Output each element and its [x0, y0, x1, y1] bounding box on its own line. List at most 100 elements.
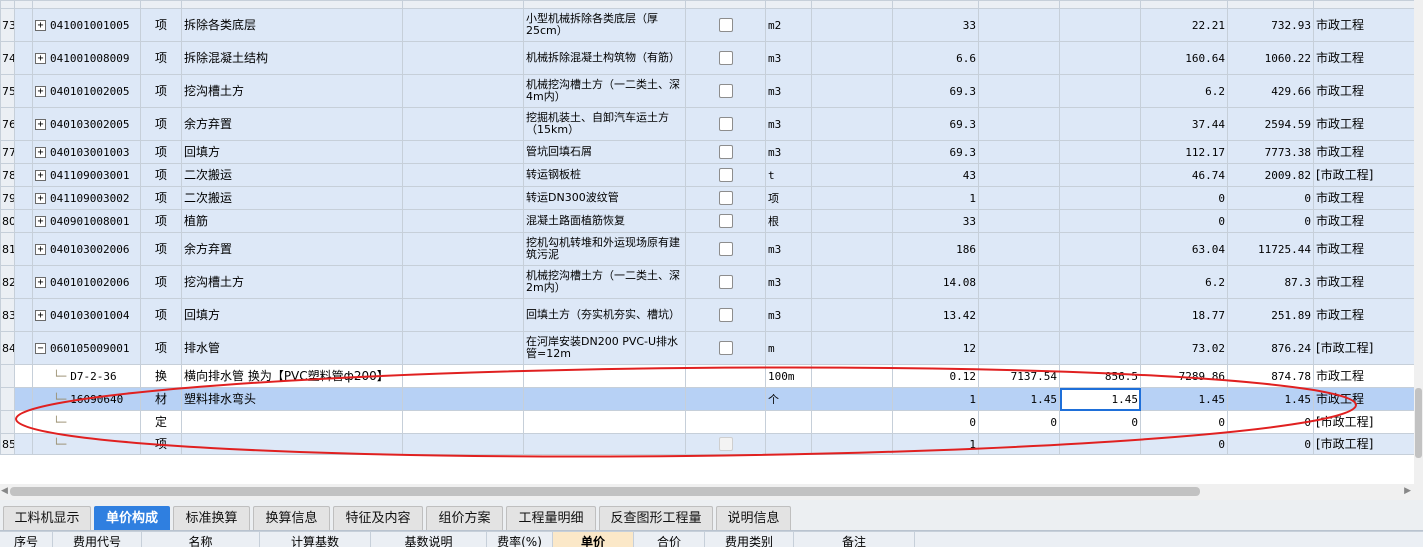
- row-checkbox[interactable]: [719, 51, 733, 65]
- price-cell[interactable]: 0: [979, 411, 1060, 434]
- quantity-cell[interactable]: 6.6: [893, 42, 979, 75]
- col-header-fee-type[interactable]: 费用类别: [705, 532, 794, 547]
- expand-icon[interactable]: +: [35, 170, 46, 181]
- unit-price-cell[interactable]: 6.2: [1141, 75, 1228, 108]
- tab-std-conversion[interactable]: 标准换算: [173, 506, 250, 530]
- child-code-cell[interactable]: └─16090640: [33, 388, 141, 411]
- row-checkbox[interactable]: [719, 117, 733, 131]
- category-cell[interactable]: 市政工程: [1314, 108, 1423, 141]
- total-cell[interactable]: 429.66: [1228, 75, 1314, 108]
- total-cell[interactable]: 0: [1228, 187, 1314, 210]
- quantity-cell[interactable]: 33: [893, 210, 979, 233]
- col-header-calc-base[interactable]: 计算基数: [260, 532, 371, 547]
- name-cell[interactable]: 拆除各类底层: [182, 9, 403, 42]
- col-header-unit-price[interactable]: 单价: [553, 532, 634, 547]
- price2-cell[interactable]: [1060, 164, 1141, 187]
- expand-icon[interactable]: +: [35, 277, 46, 288]
- quantity-cell[interactable]: 69.3: [893, 108, 979, 141]
- type-cell[interactable]: 定: [141, 411, 182, 434]
- tab-labor-material[interactable]: 工料机显示: [3, 506, 91, 530]
- code-cell[interactable]: +041001008009: [33, 42, 141, 75]
- expr-cell[interactable]: [812, 434, 893, 455]
- unit-price-cell[interactable]: 0: [1141, 434, 1228, 455]
- unit-cell[interactable]: m: [766, 332, 812, 365]
- unit-cell[interactable]: 根: [766, 210, 812, 233]
- tab-description[interactable]: 说明信息: [716, 506, 791, 530]
- price-cell[interactable]: [979, 187, 1060, 210]
- unit-price-cell[interactable]: 18.77: [1141, 299, 1228, 332]
- unit-cell[interactable]: 100m: [766, 365, 812, 388]
- checkbox-cell[interactable]: [686, 75, 766, 108]
- collapse-icon[interactable]: −: [35, 343, 46, 354]
- name-cell[interactable]: 挖沟槽土方: [182, 266, 403, 299]
- total-cell[interactable]: 0: [1228, 434, 1314, 455]
- content-cell[interactable]: [403, 141, 524, 164]
- price2-cell[interactable]: 856.5: [1060, 365, 1141, 388]
- quantity-cell[interactable]: 0: [893, 411, 979, 434]
- type-cell[interactable]: 项: [141, 42, 182, 75]
- expr-cell[interactable]: [812, 164, 893, 187]
- expr-cell[interactable]: [812, 411, 893, 434]
- row-checkbox[interactable]: [719, 84, 733, 98]
- tab-conversion-info[interactable]: 换算信息: [253, 506, 330, 530]
- checkbox-cell[interactable]: [686, 187, 766, 210]
- unit-price-cell[interactable]: 22.21: [1141, 9, 1228, 42]
- total-cell[interactable]: 874.78: [1228, 365, 1314, 388]
- code-cell[interactable]: +040101002006: [33, 266, 141, 299]
- quantity-cell[interactable]: 1: [893, 187, 979, 210]
- content-cell[interactable]: [403, 233, 524, 266]
- table-row[interactable]: 77+040103001003项回填方管坑回填石屑m369.3112.17777…: [1, 141, 1423, 164]
- code-cell[interactable]: +041109003001: [33, 164, 141, 187]
- name-cell[interactable]: [182, 411, 403, 434]
- type-cell[interactable]: 换: [141, 365, 182, 388]
- row-checkbox[interactable]: [719, 214, 733, 228]
- price2-cell[interactable]: [1060, 187, 1141, 210]
- expand-icon[interactable]: +: [35, 216, 46, 227]
- content-cell[interactable]: [403, 75, 524, 108]
- unit-cell[interactable]: [766, 411, 812, 434]
- price-cell[interactable]: [979, 9, 1060, 42]
- unit-cell[interactable]: [766, 434, 812, 455]
- price-cell[interactable]: [979, 233, 1060, 266]
- name-cell[interactable]: 二次搬运: [182, 187, 403, 210]
- vertical-scrollbar[interactable]: [1414, 0, 1423, 484]
- expand-icon[interactable]: +: [35, 244, 46, 255]
- name-cell[interactable]: 余方弃置: [182, 233, 403, 266]
- unit-price-cell[interactable]: 7289.86: [1141, 365, 1228, 388]
- price2-cell[interactable]: [1060, 233, 1141, 266]
- unit-cell[interactable]: m3: [766, 42, 812, 75]
- code-cell[interactable]: +041001001005: [33, 9, 141, 42]
- col-header-rate[interactable]: 费率(%): [487, 532, 553, 547]
- type-cell[interactable]: 项: [141, 187, 182, 210]
- content-cell[interactable]: [403, 299, 524, 332]
- row-checkbox[interactable]: [719, 145, 733, 159]
- total-cell[interactable]: 87.3: [1228, 266, 1314, 299]
- unit-cell[interactable]: 项: [766, 187, 812, 210]
- category-cell[interactable]: [市政工程]: [1314, 411, 1423, 434]
- name-cell[interactable]: 回填方: [182, 141, 403, 164]
- quantity-cell[interactable]: 12: [893, 332, 979, 365]
- code-cell[interactable]: └─: [33, 434, 141, 455]
- category-cell[interactable]: 市政工程: [1314, 299, 1423, 332]
- feature-cell[interactable]: 转运DN300波纹管: [524, 187, 686, 210]
- type-cell[interactable]: 项: [141, 75, 182, 108]
- unit-cell[interactable]: m3: [766, 299, 812, 332]
- feature-cell[interactable]: 挖机勾机转堆和外运现场原有建筑污泥: [524, 233, 686, 266]
- content-cell[interactable]: [403, 210, 524, 233]
- scroll-left-icon[interactable]: ◀: [1, 486, 8, 496]
- name-cell[interactable]: [182, 434, 403, 455]
- expr-cell[interactable]: [812, 299, 893, 332]
- row-checkbox[interactable]: [719, 308, 733, 322]
- category-cell[interactable]: 市政工程: [1314, 141, 1423, 164]
- col-header-base-desc[interactable]: 基数说明: [371, 532, 487, 547]
- name-cell[interactable]: 二次搬运: [182, 164, 403, 187]
- feature-cell[interactable]: [524, 388, 686, 411]
- table-row[interactable]: 85└─项100[市政工程]: [1, 434, 1423, 455]
- category-cell[interactable]: 市政工程: [1314, 210, 1423, 233]
- total-cell[interactable]: 2009.82: [1228, 164, 1314, 187]
- expr-cell[interactable]: [812, 187, 893, 210]
- price2-cell[interactable]: [1060, 9, 1141, 42]
- price2-cell[interactable]: [1060, 299, 1141, 332]
- code-cell[interactable]: +040901008001: [33, 210, 141, 233]
- checkbox-cell[interactable]: [686, 210, 766, 233]
